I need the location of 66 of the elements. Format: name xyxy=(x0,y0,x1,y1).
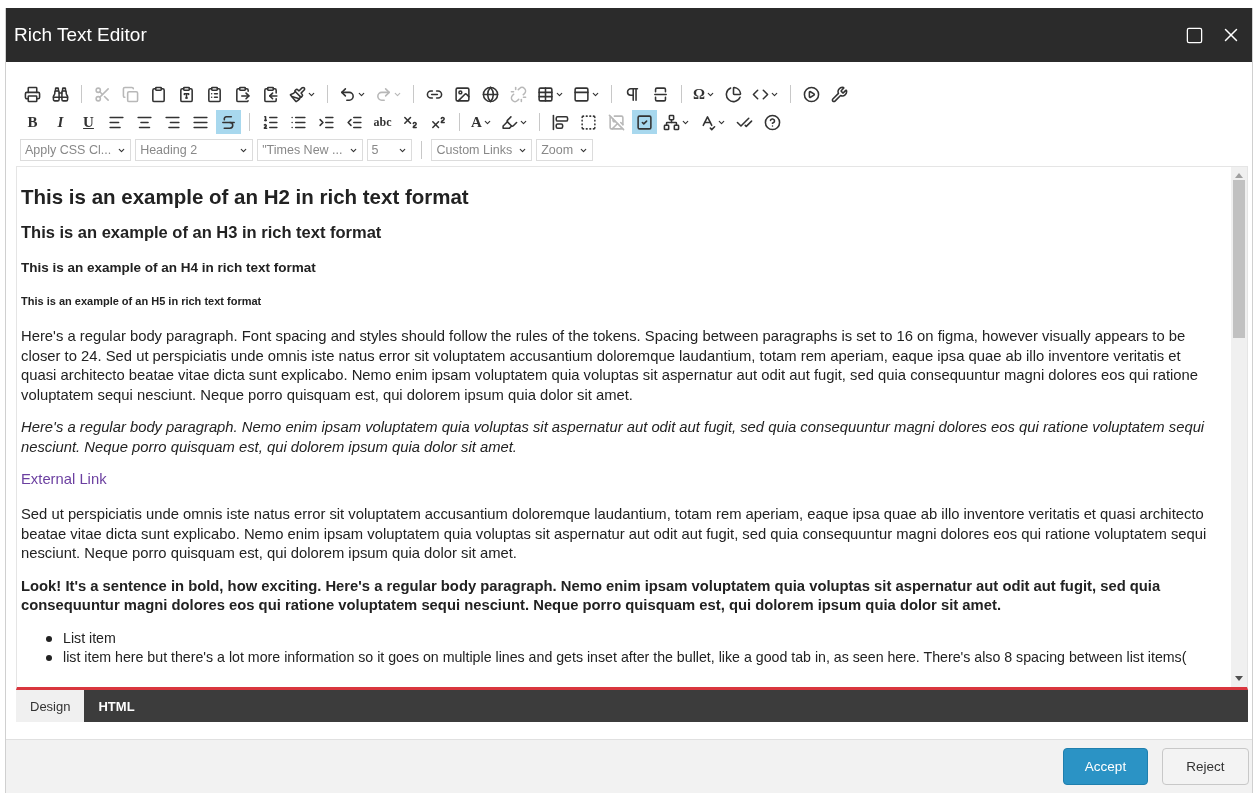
paragraph: Here's a regular body paragraph. Nemo enim ipsam voluptatem quia voluptas sit aspernatur aut odit aut fugit, sed quia consequuntur magni dolores eos qui ratione voluptatem sequi nesciunt. Neque porro quisquam est, qui dolorem ipsum quia dolor sit amet. xyxy=(21,418,1206,457)
network-icon xyxy=(662,113,680,131)
dropdown[interactable]: "Times New ... xyxy=(257,139,363,161)
print-icon xyxy=(24,85,41,103)
strikethrough-button[interactable]: abc xyxy=(370,110,395,134)
image-icon xyxy=(607,113,625,131)
link[interactable]: External Link xyxy=(21,471,107,487)
bullet-icon xyxy=(46,635,52,642)
clipboard-icon xyxy=(178,85,195,103)
image-icon xyxy=(454,85,471,103)
reject-button[interactable]: Reject xyxy=(1162,748,1249,785)
globe-icon xyxy=(482,85,499,103)
numbered-list-icon xyxy=(262,113,279,131)
list-item: List item xyxy=(63,628,116,648)
clipboard-icon xyxy=(262,85,279,103)
paragraph: Here's a regular body paragraph. Font spacing and styles should follow the rules of the tokens. Spacing between paragraphs is set to 16 on figma, however visually appears to be closer to 24. Sed ut perspiciatis unde omnis iste natus error sit voluptatem accusantium doloremque laudantium, totam rem aperiam, eaque ipsa quae ab illo inventore veritatis et quasi architecto beatae vitae dicta sunt explicabo. Nemo enim ipsam voluptatem quia voluptas sit aspernatur aut odit aut fugit, sed quia consequuntur magni dolores eos qui ratione voluptatem sequi nesciunt. Neque porro quisquam est, qui dolorem ipsum quia dolor sit amet. xyxy=(21,327,1200,405)
pilcrow-icon xyxy=(624,85,641,103)
copy-icon xyxy=(122,85,139,103)
heading: This is an example of an H5 in rich text format xyxy=(21,295,263,307)
scissors-icon xyxy=(94,85,111,103)
window-title: Rich Text Editor xyxy=(14,24,148,46)
scroll-thumb[interactable] xyxy=(1233,180,1245,338)
dropdown[interactable]: Zoom xyxy=(536,139,594,161)
table-icon xyxy=(537,85,554,103)
heading: This is an example of an H3 in rich text format xyxy=(21,223,383,242)
format-button[interactable]: Ω xyxy=(690,82,718,106)
toolbar-button[interactable] xyxy=(216,110,241,134)
dashed-box-icon xyxy=(579,113,597,131)
binoculars-icon xyxy=(52,85,69,103)
bullet-icon xyxy=(46,655,52,661)
clipboard-icon xyxy=(150,85,167,103)
view-tab[interactable]: HTML xyxy=(84,690,149,722)
clipboard-icon xyxy=(206,85,223,103)
view-tab[interactable]: Design xyxy=(16,690,85,722)
play-icon xyxy=(803,85,820,103)
heading: This is an example of an H4 in rich text format xyxy=(21,260,317,275)
scrollbar[interactable] xyxy=(1231,167,1247,687)
pie-chart-icon xyxy=(725,85,742,103)
paintbrush-icon xyxy=(289,85,306,103)
maximize-button[interactable] xyxy=(1185,25,1204,45)
help-icon xyxy=(763,113,781,131)
unlink-icon xyxy=(510,85,527,103)
dropdown[interactable]: Custom Links xyxy=(431,139,533,161)
bold-button[interactable]: B xyxy=(20,110,45,134)
align-icon xyxy=(551,113,569,131)
paragraph: Sed ut perspiciatis unde omnis iste natus error sit voluptatem accusantium doloremque laudantium, totam rem aperiam, eaque ipsa quae ab illo inventore veritatis et quasi architecto beatae vitae dicta sunt explicabo. Nemo enim ipsam voluptatem quia voluptas sit aspernatur aut odit aut fugit, sed quia consequuntur magni dolores eos qui ratione voluptatem sequi nesciunt. Neque porro quisquam est, qui dolorem ipsum quia dolor sit amet. xyxy=(21,505,1208,563)
redo-icon xyxy=(375,85,392,103)
clipboard-icon xyxy=(234,85,251,103)
paragraph: Look! It's a sentence in bold, how exciting. Here's a regular body paragraph. Nemo enim ipsam voluptatem quia voluptas sit aspernatur aut odit aut fugit, sed quia consequuntur magni dolores eos qui ratione voluptatem sequi nesciunt. Neque porro quisquam est, qui dolorem ipsum quia dolor sit amet. xyxy=(21,576,1162,615)
highlighter-icon xyxy=(500,113,518,131)
dropdown[interactable]: Apply CSS Cl... xyxy=(20,139,132,161)
undo-icon xyxy=(339,85,356,103)
underline-button[interactable]: U xyxy=(76,110,101,134)
toolbar-button[interactable] xyxy=(631,110,657,134)
dropdown[interactable]: 5 xyxy=(366,139,413,161)
scroll-down-icon[interactable] xyxy=(1235,676,1243,681)
heading: This is an example of an H2 in rich text format xyxy=(21,185,470,209)
panel-icon xyxy=(573,85,590,103)
wrench-icon xyxy=(831,85,848,103)
strikethrough-icon xyxy=(220,113,237,131)
list-item: list item here but there's a lot more information so it goes on multiple lines and gets inset after the bullet, like a good tab in, as seen here. There's also 8 spacing between list items( xyxy=(63,648,1187,667)
check-box-icon xyxy=(635,113,653,131)
italic-button[interactable]: I xyxy=(48,110,73,134)
dropdown[interactable]: Heading 2 xyxy=(135,139,254,161)
format-button[interactable]: A xyxy=(468,110,495,134)
insert-icon xyxy=(652,85,669,103)
